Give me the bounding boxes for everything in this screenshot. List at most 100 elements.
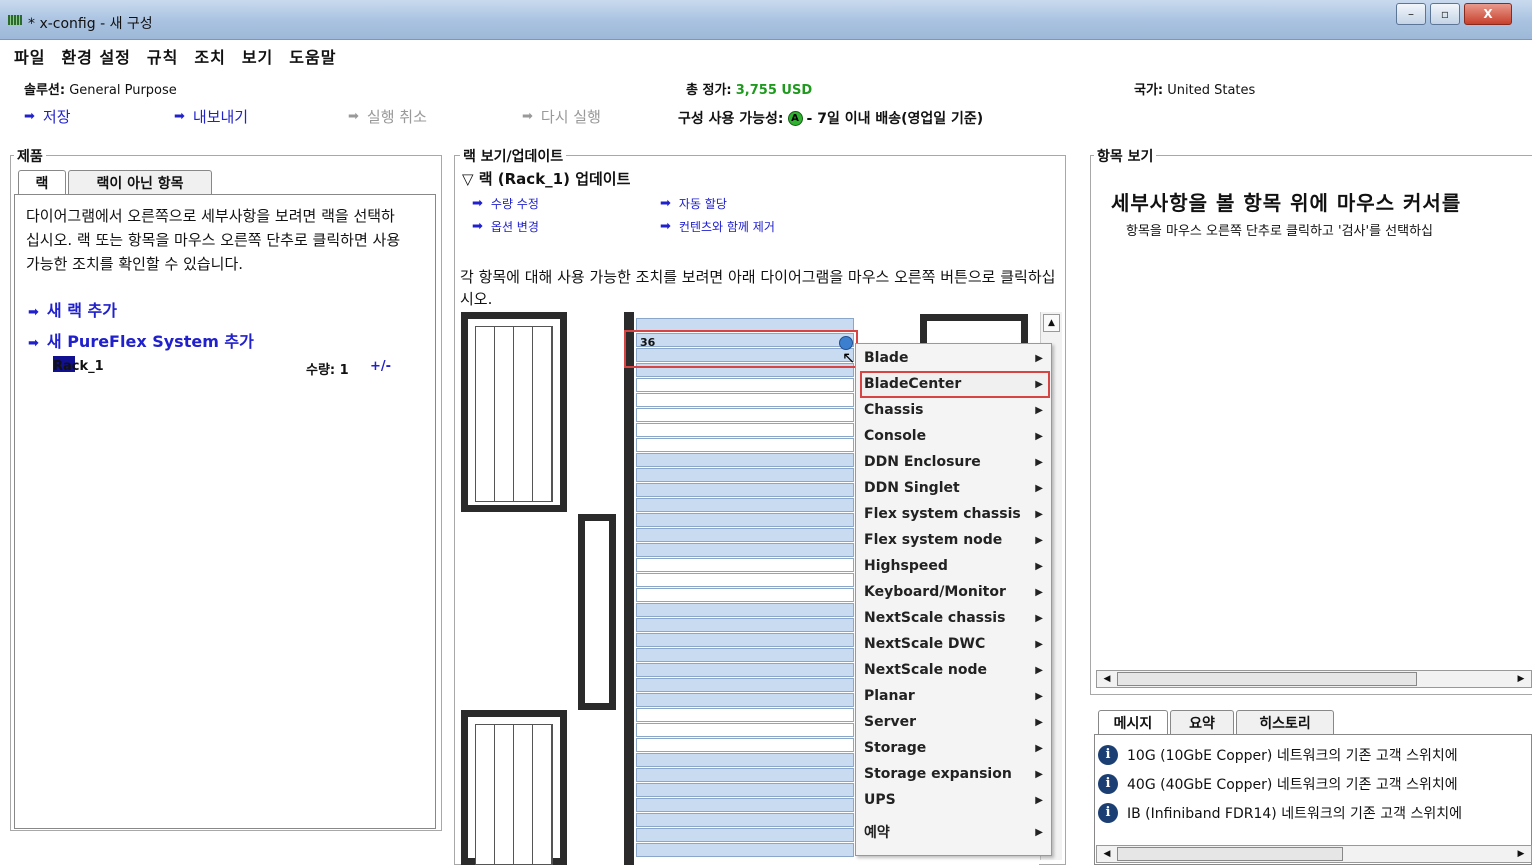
rack-slot[interactable]: [636, 798, 854, 812]
tab-history[interactable]: 히스토리: [1236, 710, 1334, 734]
quantity-adjust-link[interactable]: +/-: [370, 359, 391, 374]
rack-slot[interactable]: [636, 783, 854, 797]
undo-button[interactable]: ➡ 실행 취소: [348, 106, 427, 127]
remove-with-contents-link[interactable]: ➡ 컨텐츠와 함께 제거: [660, 218, 775, 235]
context-menu-item-label: Planar: [864, 688, 915, 704]
rack-slot[interactable]: [636, 618, 854, 632]
rack-slot[interactable]: [636, 768, 854, 782]
menu-file[interactable]: 파일: [14, 44, 45, 68]
submenu-arrow-icon: ▶: [1035, 482, 1043, 494]
availability-status-icon: A: [787, 110, 803, 126]
context-menu-item-label: Chassis: [864, 402, 924, 418]
rack-slot[interactable]: [636, 708, 854, 722]
rack-slot[interactable]: [636, 843, 854, 857]
rack-slot[interactable]: [636, 678, 854, 692]
rack-slot[interactable]: [636, 813, 854, 827]
rack-slot[interactable]: [636, 573, 854, 587]
tab-rack[interactable]: 랙: [18, 170, 66, 194]
context-menu-item[interactable]: 예약 ▶: [864, 820, 1047, 844]
rack-slot[interactable]: [636, 498, 854, 512]
context-menu-item[interactable]: Server ▶: [864, 710, 1047, 734]
context-menu-item[interactable]: Storage expansion ▶: [864, 762, 1047, 786]
rack-slot[interactable]: [636, 603, 854, 617]
context-menu-item[interactable]: DDN Enclosure ▶: [864, 450, 1047, 474]
rackview-description: 각 항목에 대해 사용 가능한 조치를 보려면 아래 다이어그램을 마우스 오른…: [460, 268, 1056, 308]
submenu-arrow-icon: ▶: [1035, 586, 1043, 598]
rack-slot[interactable]: [636, 663, 854, 677]
rack-slot[interactable]: [636, 513, 854, 527]
message-item[interactable]: i 10G (10GbE Copper) 네트워크의 기존 고객 스위치에: [1098, 745, 1458, 765]
tab-non-rack[interactable]: 랙이 아닌 항목: [68, 170, 212, 194]
menu-help[interactable]: 도움말: [289, 44, 336, 68]
auto-assign-link[interactable]: ➡ 자동 할당: [660, 195, 727, 212]
rack-slot[interactable]: [636, 588, 854, 602]
menu-rules[interactable]: 규칙: [147, 44, 178, 68]
add-pureflex-link[interactable]: ➡ 새 PureFlex System 추가: [28, 328, 254, 352]
rack-slot[interactable]: [636, 633, 854, 647]
context-menu-item[interactable]: DDN Singlet ▶: [864, 476, 1047, 500]
context-menu-item[interactable]: Chassis ▶: [864, 398, 1047, 422]
arrow-right-icon: ➡: [174, 109, 185, 124]
tab-messages[interactable]: 메시지: [1098, 710, 1168, 734]
rack-slot[interactable]: [636, 408, 854, 422]
context-menu-item[interactable]: Flex system node ▶: [864, 528, 1047, 552]
context-menu-item[interactable]: Flex system chassis ▶: [864, 502, 1047, 526]
rack-slot[interactable]: [636, 828, 854, 842]
scroll-thumb[interactable]: [1117, 672, 1417, 686]
scroll-up-icon[interactable]: ▲: [1043, 314, 1060, 332]
context-menu-item[interactable]: Planar ▶: [864, 684, 1047, 708]
context-menu-item[interactable]: NextScale node ▶: [864, 658, 1047, 682]
item-view-horizontal-scrollbar[interactable]: ◀ ▶: [1096, 670, 1532, 688]
scroll-left-icon[interactable]: ◀: [1099, 672, 1115, 686]
rack-slot[interactable]: [636, 393, 854, 407]
rack-slot[interactable]: [636, 723, 854, 737]
menu-actions[interactable]: 조치: [194, 44, 225, 68]
export-label: 내보내기: [192, 108, 249, 126]
arrow-right-icon: ➡: [28, 336, 39, 351]
rack-slot[interactable]: [636, 423, 854, 437]
rack-slot[interactable]: [636, 453, 854, 467]
scroll-left-icon[interactable]: ◀: [1099, 847, 1115, 861]
rack-slot[interactable]: [636, 543, 854, 557]
item-view-hint: 항목을 마우스 오른쪽 단추로 클릭하고 '검사'를 선택하십: [1126, 224, 1434, 239]
context-menu-item[interactable]: Keyboard/Monitor ▶: [864, 580, 1047, 604]
rack-rail: [624, 312, 634, 865]
scroll-right-icon[interactable]: ▶: [1513, 672, 1529, 686]
scroll-right-icon[interactable]: ▶: [1513, 847, 1529, 861]
rack-slot[interactable]: [636, 648, 854, 662]
rack-slot[interactable]: [636, 558, 854, 572]
message-item[interactable]: i 40G (40GbE Copper) 네트워크의 기존 고객 스위치에: [1098, 774, 1458, 794]
scroll-thumb[interactable]: [1117, 847, 1343, 861]
rack-frame-narrow[interactable]: [578, 514, 616, 710]
rackview-subtitle[interactable]: ▽ 랙 (Rack_1) 업데이트: [462, 168, 630, 189]
rack-slot[interactable]: [636, 738, 854, 752]
context-menu-item[interactable]: BladeCenter ▶: [864, 372, 1047, 396]
rack-slot[interactable]: [636, 483, 854, 497]
menu-view[interactable]: 보기: [242, 44, 273, 68]
context-menu-item[interactable]: Console ▶: [864, 424, 1047, 448]
edit-quantity-link[interactable]: ➡ 수량 수정: [472, 195, 539, 212]
submenu-arrow-icon: ▶: [1035, 508, 1043, 520]
rack-slot[interactable]: [636, 468, 854, 482]
rack-slot[interactable]: [636, 378, 854, 392]
rack-slot[interactable]: [636, 528, 854, 542]
context-menu-item[interactable]: UPS ▶: [864, 788, 1047, 812]
add-rack-link[interactable]: ➡ 새 랙 추가: [28, 297, 117, 321]
context-menu-item[interactable]: Storage ▶: [864, 736, 1047, 760]
context-menu-item[interactable]: NextScale chassis ▶: [864, 606, 1047, 630]
tab-summary[interactable]: 요약: [1170, 710, 1234, 734]
rack-slot[interactable]: [636, 753, 854, 767]
message-item[interactable]: i IB (Infiniband FDR14) 네트워크의 기존 고객 스위치에: [1098, 803, 1462, 823]
menu-preferences[interactable]: 환경 설정: [61, 44, 130, 68]
context-menu-item[interactable]: NextScale DWC ▶: [864, 632, 1047, 656]
context-menu-item[interactable]: Blade ▶: [864, 346, 1047, 370]
info-icon: i: [1098, 774, 1118, 794]
save-button[interactable]: ➡ 저장: [24, 106, 71, 127]
export-button[interactable]: ➡ 내보내기: [174, 106, 248, 127]
redo-button[interactable]: ➡ 다시 실행: [522, 106, 601, 127]
context-menu-item[interactable]: Highspeed ▶: [864, 554, 1047, 578]
change-options-link[interactable]: ➡ 옵션 변경: [472, 218, 539, 235]
messages-horizontal-scrollbar[interactable]: ◀ ▶: [1096, 845, 1532, 863]
rack-slot[interactable]: [636, 693, 854, 707]
rack-slot[interactable]: [636, 438, 854, 452]
